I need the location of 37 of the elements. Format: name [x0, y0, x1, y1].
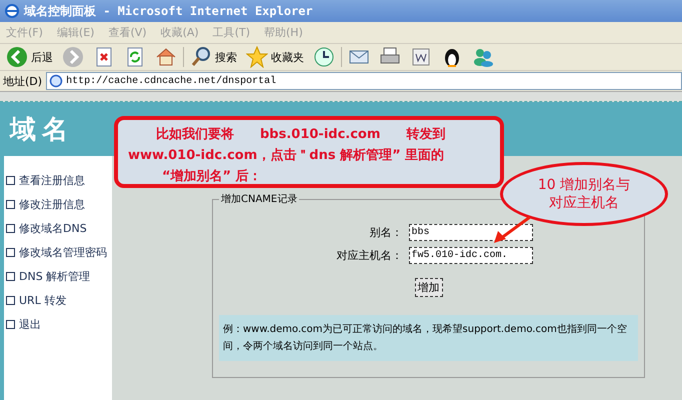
note-text: 10 增加别名与 — [538, 176, 630, 194]
form-legend: 增加CNAME记录 — [219, 192, 300, 206]
edit-icon — [410, 46, 432, 68]
sidebar-link[interactable]: 修改注册信息 — [4, 192, 112, 216]
people-icon — [472, 46, 494, 68]
search-icon — [190, 46, 212, 68]
address-label: 地址(D) — [3, 74, 42, 88]
toolbar-button[interactable]: 收藏夹 — [243, 45, 307, 69]
sidebar-link[interactable]: 退出 — [4, 312, 112, 336]
browser-icon — [4, 3, 20, 19]
sidebar-link[interactable]: URL 转发 — [4, 288, 112, 312]
field-label: 对应主机名： — [336, 248, 402, 263]
toolbar-button[interactable]: 搜索 — [187, 45, 240, 69]
example-note: 例：www.demo.com为已可正常访问的域名，现希望support.demo.com也指到同一个空间，令两个域名访问到同一个站点。 — [219, 315, 638, 361]
input-field[interactable]: fw5.010-idc.com. — [408, 247, 532, 264]
favorites-icon — [246, 46, 268, 68]
sidebar-link[interactable]: DNS 解析管理 — [4, 264, 112, 288]
sidebar-link[interactable]: 修改域名管理密码 — [4, 240, 112, 264]
sidebar-link[interactable]: 查看注册信息 — [4, 168, 112, 192]
sidebar-link[interactable]: 修改域名DNS — [4, 216, 112, 240]
window-title: 域名控制面板 - Microsoft Internet Explorer — [24, 2, 313, 20]
callout-text: 比如我们要将 bbs.010-idc.com 转发到 — [155, 126, 446, 144]
callout-text: www.010-idc.com，点击＂dns 解析管理” 里面的 — [127, 147, 446, 165]
forward-icon — [62, 46, 84, 68]
back-icon — [6, 46, 28, 68]
field-label: 别名： — [368, 225, 402, 240]
home-icon — [155, 46, 177, 68]
toolbar-button[interactable]: 后退 — [3, 45, 56, 69]
page-icon — [49, 74, 64, 88]
note-text: 对应主机名 — [549, 194, 619, 212]
history-icon — [313, 46, 335, 68]
arrow — [492, 215, 532, 245]
callout-text: “增加别名” 后： — [161, 168, 263, 186]
input-field[interactable]: bbs — [408, 224, 532, 241]
address-field[interactable]: http://cache.cdncache.net/dnsportal — [46, 72, 682, 90]
banner-title: 域名 — [10, 114, 74, 146]
add-button[interactable]: 增加 — [414, 278, 442, 297]
